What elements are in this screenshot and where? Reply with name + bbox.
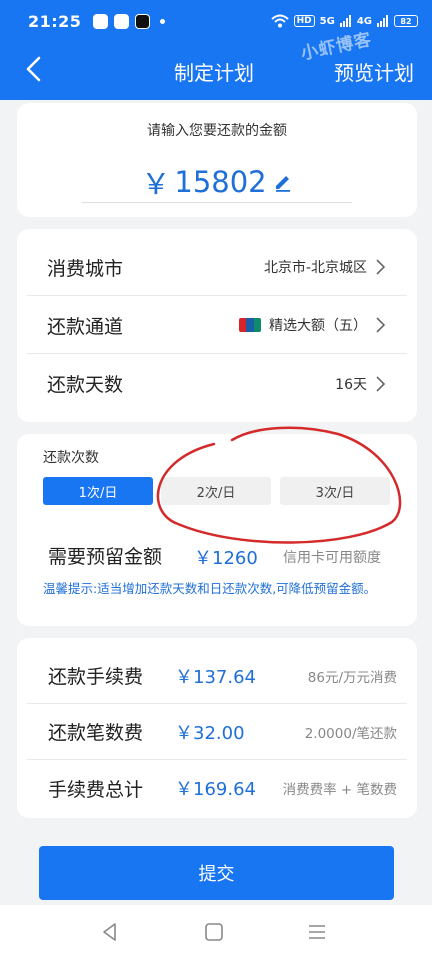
fee-card: 还款手续费 ￥137.64 86元/万元消费 还款笔数费 ￥32.00 2.00… <box>17 638 417 818</box>
repay-days-label: 还款天数 <box>47 374 124 396</box>
count-fee-value: ￥32.00 <box>175 722 245 744</box>
amount-input[interactable]: ￥ 15802 <box>17 161 417 203</box>
back-arrow-icon[interactable] <box>20 54 50 84</box>
chevron-right-icon <box>376 317 386 333</box>
unionpay-logo <box>239 318 261 332</box>
repay-count-label: 还款次数 <box>43 450 99 466</box>
consume-city-value: 北京市-北京城区 <box>264 257 387 277</box>
nav-home-icon[interactable] <box>203 921 225 943</box>
repay-channel-value: 精选大额（五） <box>239 315 387 335</box>
currency-symbol: ￥ <box>141 167 171 201</box>
consume-city-label: 消费城市 <box>47 257 124 280</box>
tip-text: 温馨提示:适当增加还款天数和日还款次数,可降低预留金额。 <box>43 581 377 596</box>
repay-days-row[interactable]: 还款天数 16天 <box>27 355 407 412</box>
repay-fee-label: 还款手续费 <box>48 666 144 688</box>
nav-menu-icon[interactable] <box>306 921 328 943</box>
status-time: 21:25 <box>28 11 82 31</box>
signal-5g-icon: 5G <box>319 15 335 27</box>
repay-count-option-1[interactable]: 1次/日 <box>43 477 153 505</box>
more-notifications-dot <box>160 18 166 24</box>
battery-level: 82 <box>400 16 412 26</box>
app-notification-icon <box>93 13 109 29</box>
signal-bars-icon <box>339 15 351 27</box>
hd-badge: HD <box>293 15 315 27</box>
reserve-amount-value: ￥1260 <box>194 548 258 569</box>
repay-count-card: 还款次数 1次/日 2次/日 3次/日 需要预留金额 ￥1260 信用卡可用额度… <box>17 434 417 626</box>
amount-value[interactable]: 15802 <box>174 165 266 199</box>
plan-info-card: 消费城市 北京市-北京城区 还款通道 精选大额（五） 还款天数 16天 <box>17 229 417 422</box>
submit-button[interactable]: 提交 <box>39 846 394 900</box>
repay-days-text: 16天 <box>335 376 367 393</box>
system-icons: HD 5G 4G 82 <box>270 14 418 28</box>
total-fee-note: 消费费率 + 笔数费 <box>282 782 397 798</box>
repay-channel-text: 精选大额（五） <box>269 318 367 334</box>
count-fee-note: 2.0000/笔还款 <box>304 725 397 742</box>
repay-fee-value: ￥137.64 <box>175 666 256 688</box>
app-notification-icon <box>135 13 151 29</box>
amount-prompt: 请输入您要还款的金额 <box>147 123 287 139</box>
repay-fee-row: 还款手续费 ￥137.64 86元/万元消费 <box>27 648 407 704</box>
nav-bar: 制定计划 小虾博客 预览计划 <box>0 30 432 100</box>
notification-icons <box>93 13 166 29</box>
repay-fee-note: 86元/万元消费 <box>307 669 397 686</box>
amount-underline <box>82 202 352 203</box>
page-title: 制定计划 <box>174 61 254 85</box>
repay-days-value: 16天 <box>335 374 387 394</box>
reserve-amount-label: 需要预留金额 <box>48 546 163 568</box>
amount-card: 请输入您要还款的金额 ￥ 15802 <box>17 103 417 217</box>
total-fee-value: ￥169.64 <box>175 779 256 800</box>
chevron-right-icon <box>376 259 386 275</box>
battery-icon: 82 <box>394 15 418 27</box>
total-fee-row: 手续费总计 ￥169.64 消费费率 + 笔数费 <box>27 760 407 816</box>
repay-count-option-2[interactable]: 2次/日 <box>161 477 271 505</box>
total-fee-label: 手续费总计 <box>48 778 144 801</box>
preview-plan-button[interactable]: 预览计划 <box>334 57 414 86</box>
repay-channel-row[interactable]: 还款通道 精选大额（五） <box>27 297 407 354</box>
edit-pencil-icon[interactable] <box>273 172 293 192</box>
nav-back-icon[interactable] <box>99 921 121 943</box>
wifi-icon <box>270 14 289 28</box>
repay-channel-label: 还款通道 <box>47 315 124 338</box>
chevron-right-icon <box>376 375 386 392</box>
app-notification-icon <box>114 13 130 29</box>
consume-city-row[interactable]: 消费城市 北京市-北京城区 <box>27 239 407 296</box>
consume-city-text: 北京市-北京城区 <box>263 260 367 276</box>
count-fee-row: 还款笔数费 ￥32.00 2.0000/笔还款 <box>27 704 407 760</box>
repay-count-option-3[interactable]: 3次/日 <box>280 477 390 505</box>
system-nav-bar <box>0 905 432 960</box>
reserve-amount-note: 信用卡可用额度 <box>283 550 381 566</box>
signal-bars-icon <box>377 15 388 27</box>
count-fee-label: 还款笔数费 <box>48 722 144 744</box>
